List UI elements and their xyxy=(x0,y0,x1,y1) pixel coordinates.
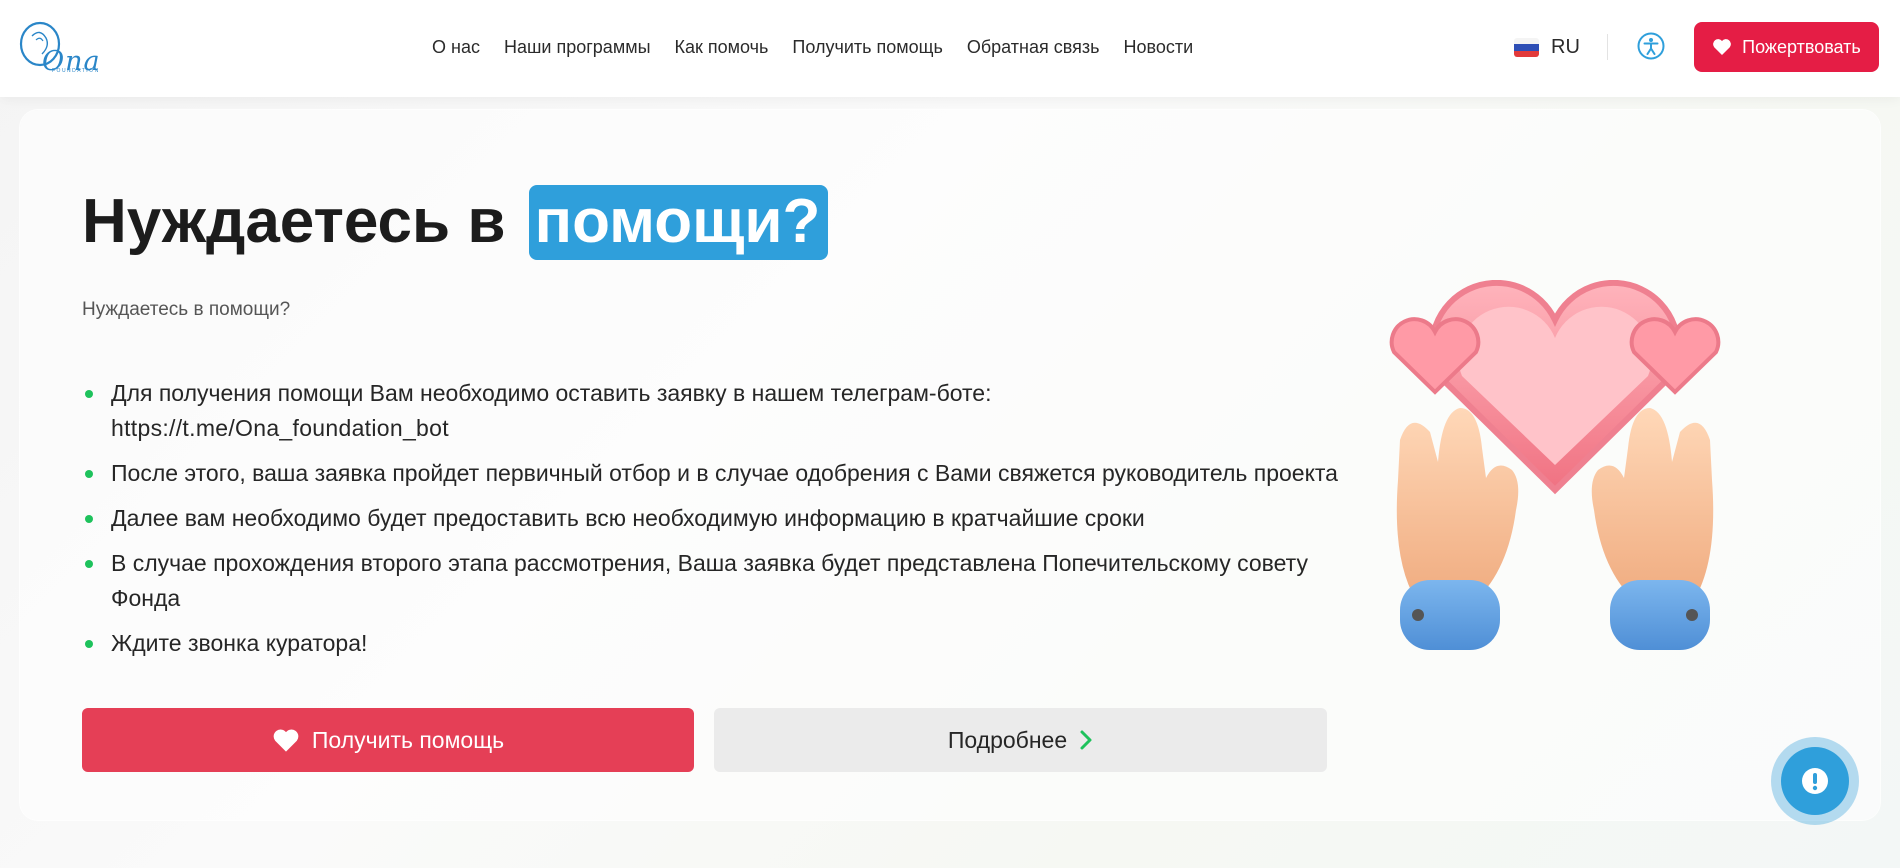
nav-feedback[interactable]: Обратная связь xyxy=(967,37,1100,58)
ona-foundation-logo[interactable]: Ona FOUNDATION xyxy=(18,18,100,77)
header-divider xyxy=(1607,34,1608,60)
language-code: RU xyxy=(1551,36,1580,58)
chevron-right-icon xyxy=(1080,730,1092,750)
telegram-bot-link[interactable]: https://t.me/Ona_foundation_bot xyxy=(111,415,449,441)
nav-programs[interactable]: Наши программы xyxy=(504,37,651,58)
learn-more-label: Подробнее xyxy=(947,726,1068,753)
nav-how-to-help[interactable]: Как помочь xyxy=(675,37,769,58)
russia-flag-icon xyxy=(1514,38,1539,57)
accessibility-icon[interactable] xyxy=(1637,32,1665,60)
heart-icon xyxy=(1713,39,1732,55)
alert-button[interactable] xyxy=(1771,737,1859,825)
list-item: Ждите звонка куратора! xyxy=(82,626,1342,661)
exclamation-icon xyxy=(1781,747,1849,815)
nav-get-help[interactable]: Получить помощь xyxy=(792,37,942,58)
page-title: Нуждаетесь в помощи? xyxy=(82,185,829,260)
learn-more-button[interactable]: Подробнее xyxy=(714,708,1327,772)
heart-in-hands-icon xyxy=(1380,279,1730,680)
list-item: После этого, ваша заявка пройдет первичн… xyxy=(82,456,1342,491)
donate-label: Пожертвовать xyxy=(1742,36,1861,57)
site-header: Ona FOUNDATION О нас Наши программы Как … xyxy=(0,0,1900,97)
get-help-button[interactable]: Получить помощь xyxy=(82,708,694,772)
list-item: Далее вам необходимо будет предоставить … xyxy=(82,501,1342,536)
title-highlight: помощи? xyxy=(528,185,829,260)
main-nav: О нас Наши программы Как помочь Получить… xyxy=(432,37,1193,58)
nav-news[interactable]: Новости xyxy=(1123,37,1193,58)
donate-button[interactable]: Пожертвовать xyxy=(1694,22,1879,72)
page-subtitle: Нуждаетесь в помощи? xyxy=(82,299,291,320)
list-item: Для получения помощи Вам необходимо оста… xyxy=(82,376,1342,446)
help-steps-list: Для получения помощи Вам необходимо оста… xyxy=(82,376,1342,671)
step-text: Для получения помощи Вам необходимо оста… xyxy=(111,380,992,406)
get-help-label: Получить помощь xyxy=(311,726,505,753)
heart-icon xyxy=(273,729,299,752)
title-plain: Нуждаетесь в xyxy=(82,187,523,256)
logo-subtext: FOUNDATION xyxy=(52,68,100,74)
nav-about[interactable]: О нас xyxy=(432,37,480,58)
language-switcher[interactable]: RU xyxy=(1514,36,1580,59)
list-item: В случае прохождения второго этапа рассм… xyxy=(82,546,1342,616)
